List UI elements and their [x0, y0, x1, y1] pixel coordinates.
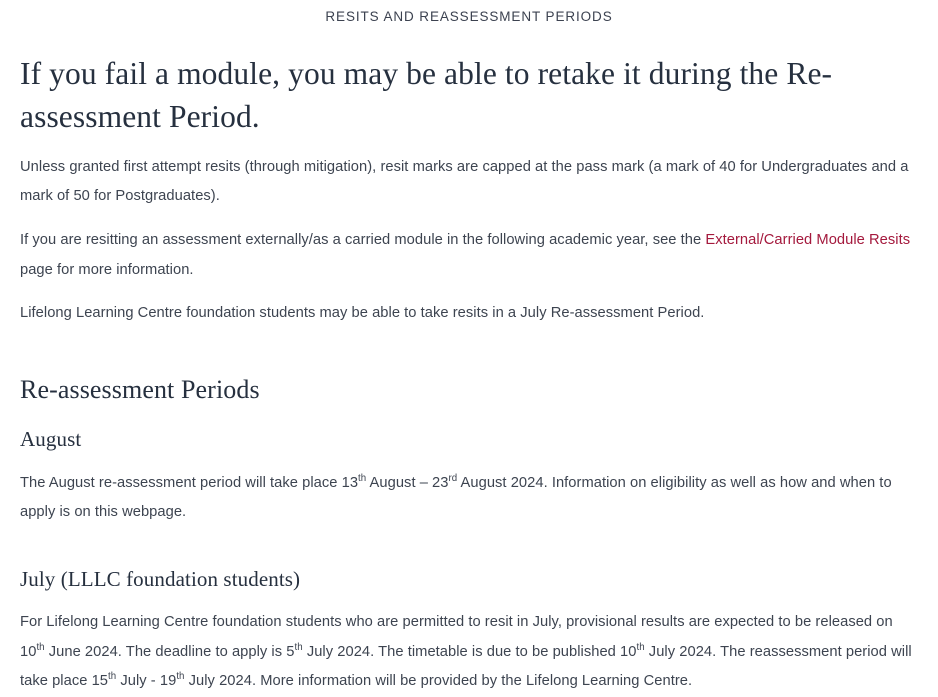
paragraph-external-before-text: If you are resitting an assessment exter…	[20, 232, 706, 249]
august-text-1: The August re-assessment period will tak…	[20, 474, 359, 491]
page-eyebrow-title: RESITS AND REASSESSMENT PERIODS	[325, 9, 613, 24]
paragraph-lllc: Lifelong Learning Centre foundation stud…	[20, 305, 705, 322]
paragraph-capping: Unless granted first attempt resits (thr…	[20, 158, 909, 205]
paragraph-august: The August re-assessment period will tak…	[20, 469, 918, 528]
paragraph-external-resits: If you are resitting an assessment exter…	[20, 226, 918, 285]
july-text-6: July 2024. More information will be prov…	[184, 673, 693, 690]
july-text-3: July 2024. The timetable is due to be pu…	[302, 643, 637, 660]
july-text-5: July - 19	[116, 673, 177, 690]
july-ordinal-3: th	[636, 641, 645, 653]
page-title: If you fail a module, you may be able to…	[20, 56, 833, 135]
july-ordinal-4: th	[108, 671, 117, 683]
external-carried-module-resits-link[interactable]: External/Carried Module Resits	[705, 232, 910, 248]
paragraph-external-after-text: page for more information.	[20, 261, 194, 278]
august-text-2: August – 23	[366, 474, 449, 491]
august-ordinal-2: rd	[448, 472, 458, 484]
july-ordinal-5: th	[176, 671, 185, 683]
subheading-july: July (LLLC foundation students)	[20, 566, 301, 591]
section-heading-reassessment-periods: Re-assessment Periods	[20, 374, 260, 404]
july-ordinal-1: th	[36, 641, 45, 653]
paragraph-july: For Lifelong Learning Centre foundation …	[20, 608, 918, 697]
july-text-2: June 2024. The deadline to apply is 5	[44, 643, 295, 660]
page-root: RESITS AND REASSESSMENT PERIODS If you f…	[0, 0, 938, 695]
subheading-august: August	[20, 427, 82, 452]
july-ordinal-2: th	[294, 641, 303, 653]
august-ordinal-1: th	[358, 472, 367, 484]
main-content: If you fail a module, you may be able to…	[0, 53, 938, 697]
